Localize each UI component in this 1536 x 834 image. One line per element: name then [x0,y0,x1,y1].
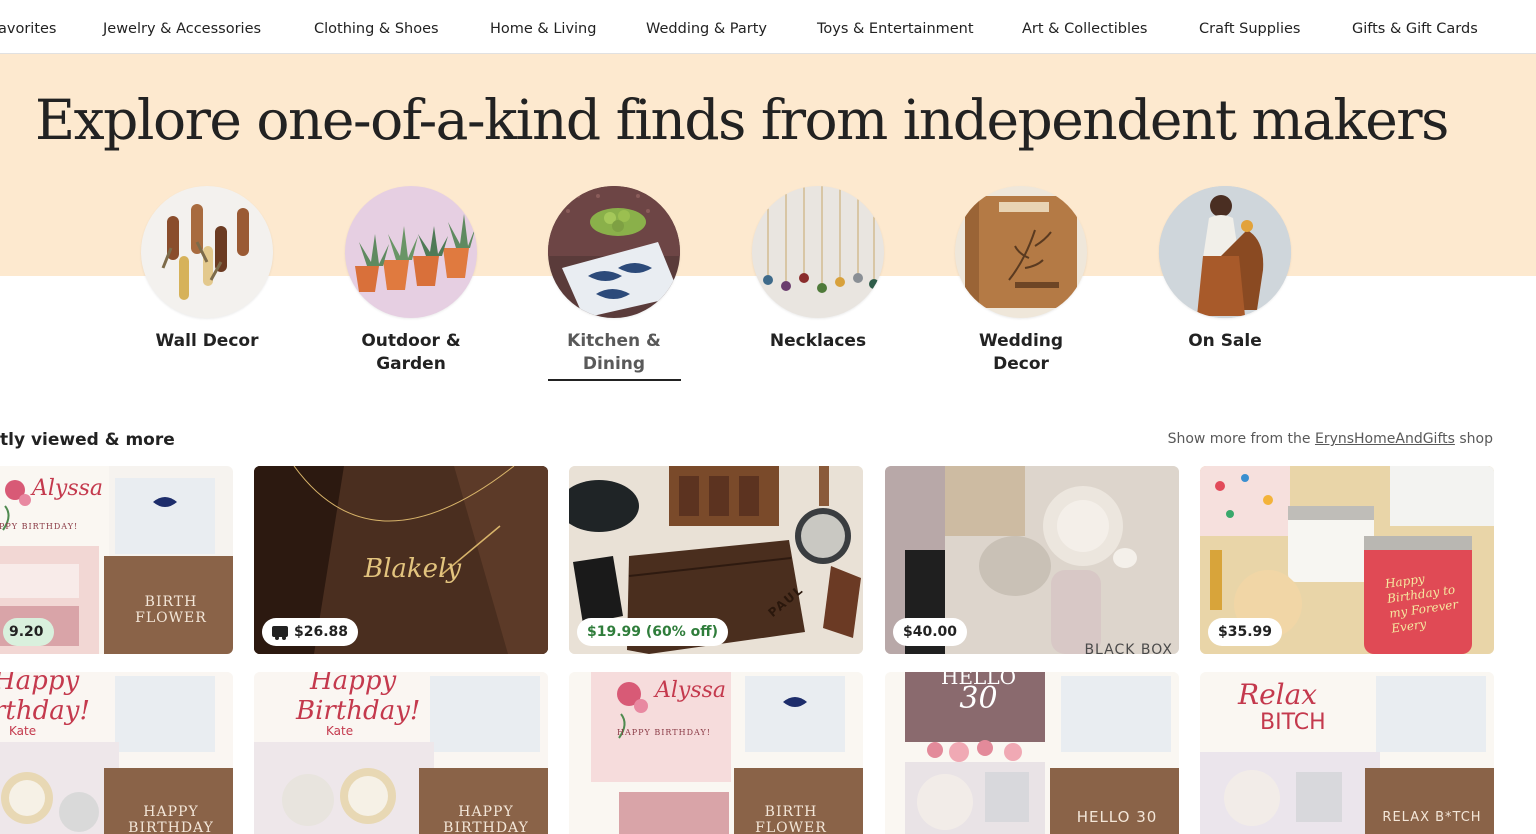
card-panel-text: HAPPY BIRTHDAY [443,804,529,834]
card-small-text: HAPPY BIRTHDAY! [617,728,711,737]
card-jar-text: Happy Birthday to my Forever Every [1384,571,1459,636]
active-underline [548,379,681,381]
circle-label-line2: Dining [582,354,646,374]
script-line1: Happy [0,672,80,696]
circle-label: Outdoor & Garden [345,330,477,376]
circle-label-line1: Wedding [978,331,1064,351]
wall-decor-image [141,186,273,318]
card-small-text: PPY BIRTHDAY! [0,522,79,531]
card-panel-text: HAPPY BIRTHDAY [128,804,214,834]
outdoor-garden-image [345,186,477,318]
nav-item-clothing[interactable]: Clothing & Shoes [314,21,439,37]
category-circle-wedding-decor[interactable]: Wedding Decor [955,186,1087,376]
script-line2: 30 [959,681,998,716]
circle-label: Necklaces [769,331,867,351]
card-panel-text: RELAX B*TCH [1382,810,1482,825]
card-panel-text: BIRTH FLOWER [755,804,827,834]
circle-label: Kitchen & Dining [548,330,680,376]
script-line1: Happy [310,672,397,696]
card-name-text: Kate [326,724,354,738]
listing-card[interactable]: Blakely $26.88 [254,466,548,654]
nav-item-jewelry[interactable]: Jewelry & Accessories [103,21,261,37]
card-box-text: BLACK BOX [1084,642,1173,654]
card-panel-text: BIRTH FLOWER [135,594,207,626]
listing-card[interactable]: HELLO 30 HELLO 30 [885,672,1179,834]
category-circle-on-sale[interactable]: On Sale [1159,186,1291,353]
nav-item-favorites[interactable]: avorites [0,21,57,37]
show-more-link-text: Show more from the ErynsHomeAndGifts sho… [1168,431,1493,447]
listing-card[interactable]: PAUL $19.99 (60% off) [569,466,863,654]
wedding-decor-image [955,186,1087,318]
listing-card[interactable]: Relax BITCH RELAX B*TCH [1200,672,1494,834]
kitchen-dining-image [548,186,680,318]
card-name-text: Kate [9,724,37,738]
circle-label-line2: Decor [993,354,1049,374]
category-circle-kitchen-dining[interactable]: Kitchen & Dining [548,186,681,381]
card-script-text: HELLO 30 [941,672,1016,714]
nav-item-home[interactable]: Home & Living [490,21,596,37]
listing-price: $19.99 (60% off) [577,618,729,646]
card-script-text: Alyssa [32,476,104,501]
on-sale-image [1159,186,1291,318]
card-script-text: Blakely [364,554,462,584]
show-more-prefix: Show more from the [1167,431,1315,447]
card-panel-text: HELLO 30 [1076,808,1158,826]
listing-price: $35.99 [1208,618,1283,646]
circle-label-line2: Garden [376,354,446,374]
show-more-suffix: shop [1454,431,1493,447]
circle-label-line1: Outdoor & [361,331,461,351]
section-title: tly viewed & more [0,430,175,450]
card-script-text: Relax [1238,678,1318,711]
circle-label: Wedding Decor [955,330,1087,376]
listing-price: $26.88 [262,618,359,646]
category-circle-outdoor-garden[interactable]: Outdoor & Garden [345,186,477,376]
nav-item-toys[interactable]: Toys & Entertainment [817,21,974,37]
nav-item-gifts[interactable]: Gifts & Gift Cards [1352,21,1478,37]
hero-title: Explore one-of-a-kind finds from indepen… [35,88,1449,152]
card-script-text: Happy rthday! [0,672,90,726]
card-script-text: Happy Birthday! [296,672,420,726]
listing-card[interactable]: Happy rthday! Kate HAPPY BIRTHDAY [0,672,233,834]
listing-card[interactable]: Alyssa HAPPY BIRTHDAY! BIRTH FLOWER [569,672,863,834]
price-value: $26.88 [294,624,349,640]
circle-label: Wall Decor [155,331,259,351]
script-line2: Birthday! [296,696,421,726]
listing-price: $40.00 [893,618,968,646]
necklaces-image [752,186,884,318]
circle-label-line1: Kitchen & [567,331,661,351]
category-circle-wall-decor[interactable]: Wall Decor [141,186,273,353]
nav-item-art[interactable]: Art & Collectibles [1022,21,1147,37]
category-circle-necklaces[interactable]: Necklaces [752,186,884,353]
category-nav: avorites Jewelry & Accessories Clothing … [0,0,1536,54]
script-line2: rthday! [0,696,90,726]
listing-card[interactable]: BLACK BOX $40.00 [885,466,1179,654]
nav-item-wedding[interactable]: Wedding & Party [646,21,767,37]
listing-card[interactable]: Alyssa PPY BIRTHDAY! BIRTH FLOWER 9.20 [0,466,233,654]
circle-label: On Sale [1188,331,1262,351]
listing-card[interactable]: Happy Birthday to my Forever Every $35.9… [1200,466,1494,654]
card-script-text-2: BITCH [1260,710,1326,735]
card-script-text: Alyssa [655,678,727,703]
listing-card[interactable]: Happy Birthday! Kate HAPPY BIRTHDAY [254,672,548,834]
free-shipping-icon [272,626,288,640]
listing-price: 9.20 [3,618,54,646]
nav-item-craft[interactable]: Craft Supplies [1199,21,1300,37]
shop-link[interactable]: ErynsHomeAndGifts [1315,431,1455,447]
